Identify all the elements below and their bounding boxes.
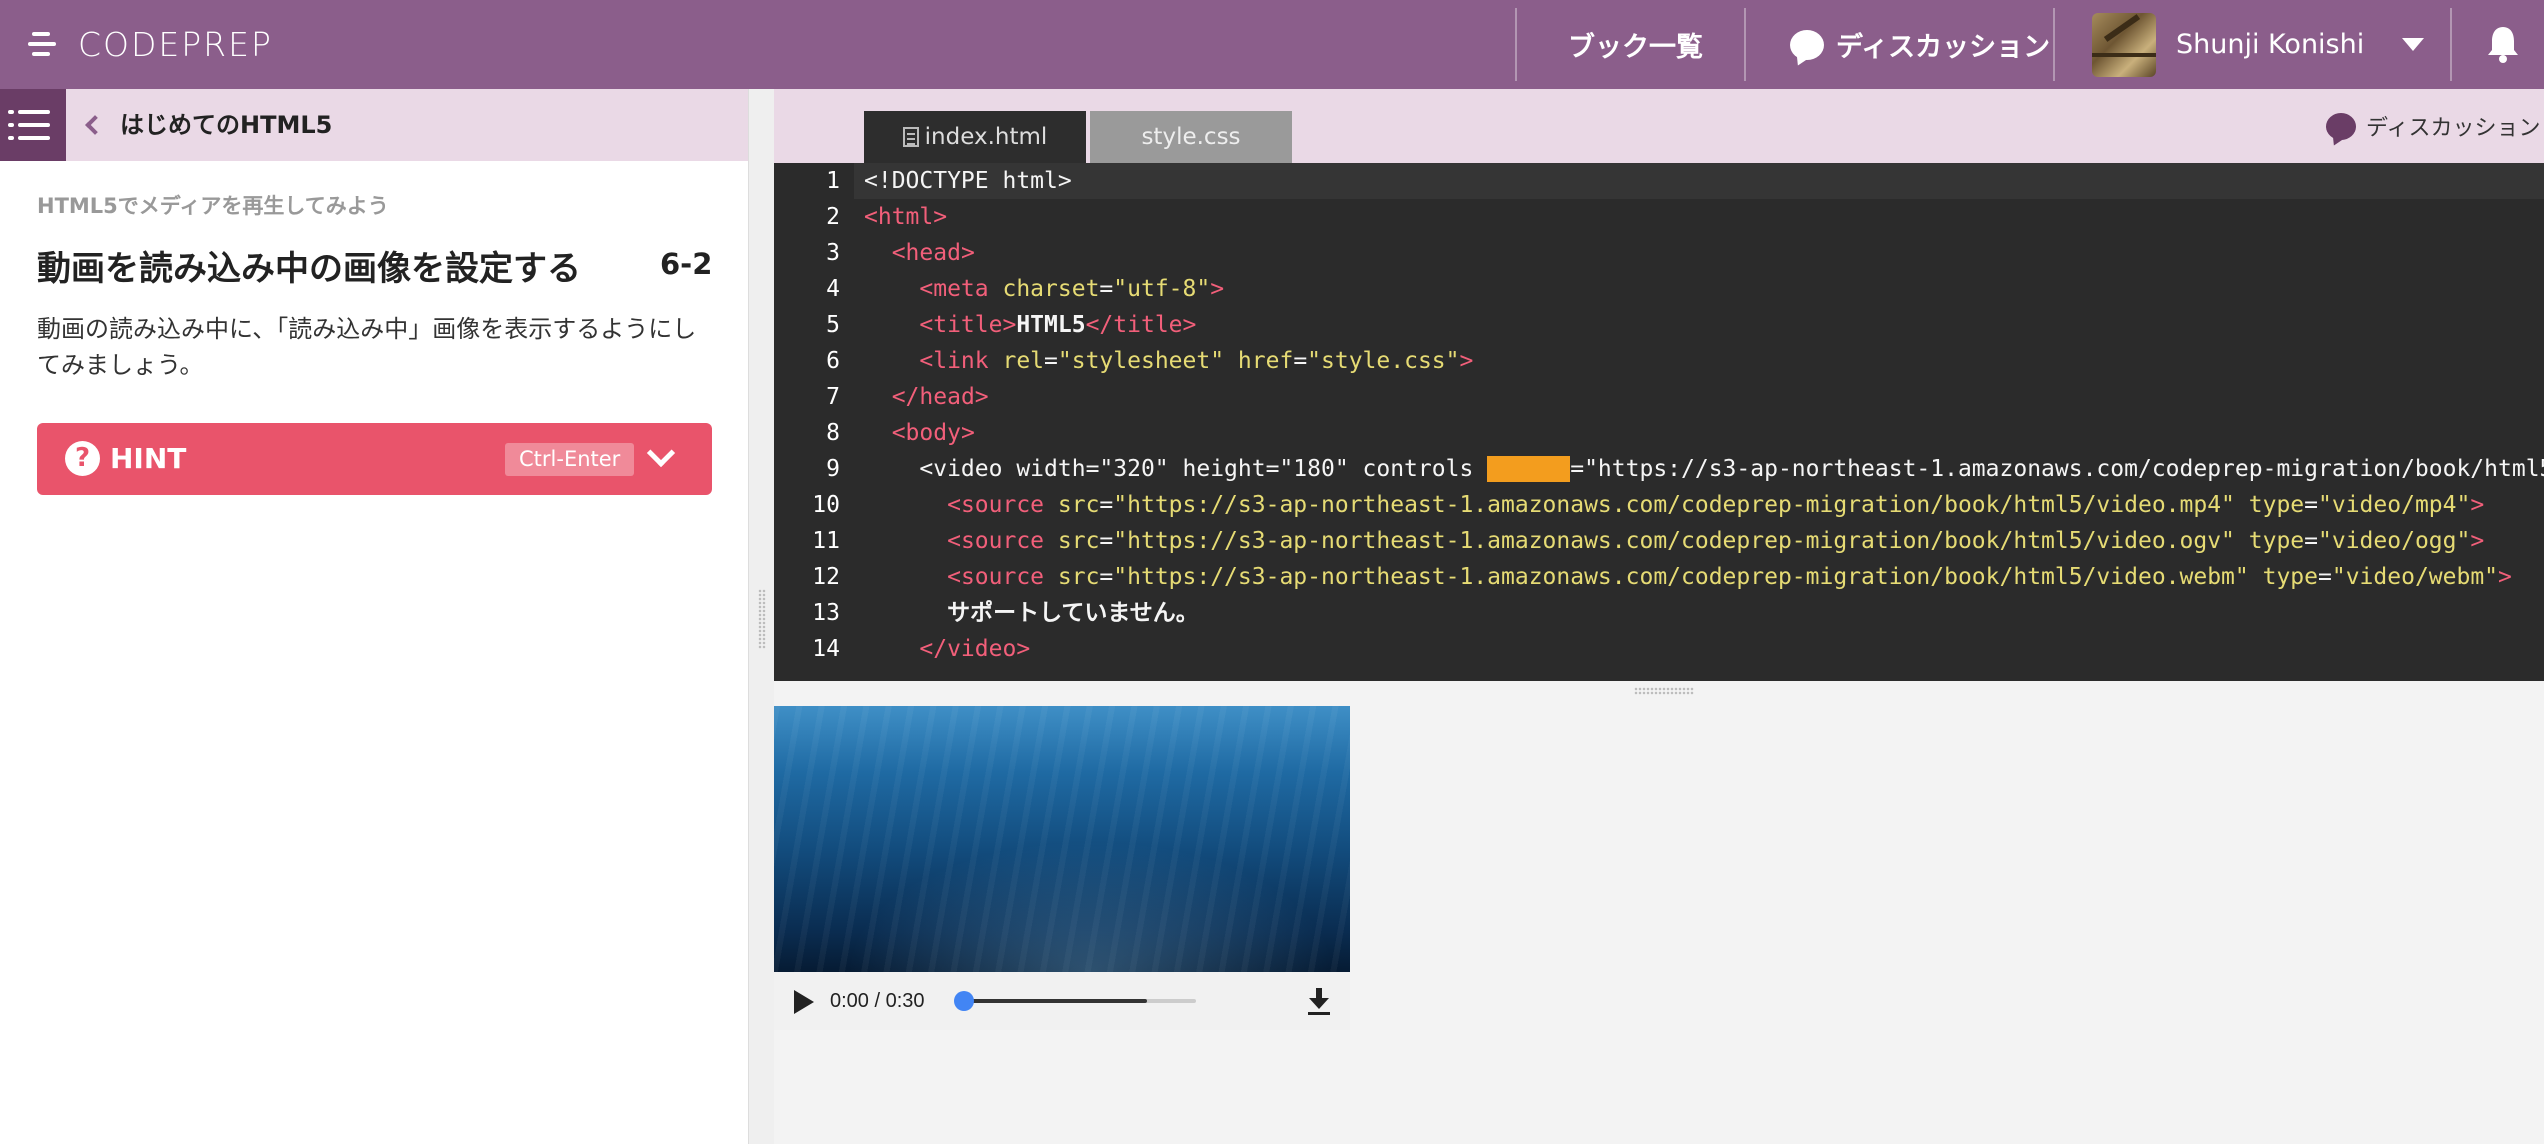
line-number: 3 — [826, 240, 840, 266]
section-label: HTML5でメディアを再生してみよう — [37, 194, 389, 218]
video-controls: 0:00 / 0:30 — [774, 972, 1350, 1030]
line-number: 14 — [812, 636, 840, 662]
nav-divider — [1515, 8, 1517, 81]
code-line: </head> — [891, 384, 989, 410]
bell-icon[interactable] — [2486, 24, 2520, 64]
code-line: <meta charset="utf-8"> — [919, 276, 1225, 302]
code-line: <video width="320" height="180" controls… — [919, 456, 2544, 482]
answer-blank — [1487, 456, 1571, 482]
code-line: <source src="https://s3-ap-northeast-1.a… — [947, 564, 2512, 590]
line-number: 1 — [826, 168, 840, 194]
line-gutter: 1 2 3 4 5 6 7 8 9 10 11 12 13 14 — [774, 163, 854, 681]
book-title-link[interactable]: はじめてのHTML5 — [120, 89, 332, 161]
buffered-bar — [964, 999, 1148, 1003]
line-number: 11 — [812, 528, 840, 554]
lesson-number: 6-2 — [660, 247, 713, 281]
code-line: <!DOCTYPE html> — [864, 168, 1072, 194]
code-line: <body> — [891, 420, 975, 446]
chevron-left-icon[interactable] — [85, 115, 105, 135]
tab-label: style.css — [1141, 124, 1241, 150]
nav-books-link[interactable]: ブック一覧 — [1568, 0, 1703, 89]
tab-label: index.html — [924, 124, 1048, 150]
code-line: <html> — [864, 204, 948, 230]
editor-discussion-label: ディスカッション — [2366, 116, 2541, 141]
user-name: Shunji Konishi — [2176, 29, 2365, 60]
codeprep-logo[interactable]: CODEPREP — [28, 22, 273, 66]
lesson-title: 動画を読み込み中の画像を設定する — [37, 249, 581, 289]
line-number: 12 — [812, 564, 840, 590]
question-icon: ? — [65, 441, 100, 476]
code-line: サポートしていません。 — [947, 600, 1199, 626]
lesson-description: 動画の読み込み中に、「読み込み中」画像を表示するようにしてみましょう。 — [37, 315, 697, 379]
horizontal-splitter[interactable] — [774, 681, 2544, 701]
vertical-splitter[interactable] — [748, 89, 774, 1144]
tab-style-css[interactable]: style.css — [1090, 111, 1292, 163]
nav-discussion-label: ディスカッション — [1836, 32, 2051, 63]
code-editor[interactable]: 1 2 3 4 5 6 7 8 9 10 11 12 13 14 <!DOCTY… — [774, 163, 2544, 681]
nav-books-label: ブック一覧 — [1568, 32, 1703, 63]
nav-divider — [2053, 8, 2055, 81]
top-header: CODEPREP ブック一覧 ディスカッション Shunji Konishi — [0, 0, 2544, 89]
book-bar: はじめてのHTML5 — [0, 89, 748, 161]
logo-text: CODEPREP — [78, 24, 273, 64]
avatar — [2092, 12, 2156, 77]
user-menu[interactable]: Shunji Konishi — [2092, 0, 2425, 89]
chat-bubble-icon — [2326, 112, 2356, 140]
hint-shortcut: Ctrl-Enter — [505, 443, 635, 476]
line-number: 8 — [826, 420, 840, 446]
video-poster — [774, 706, 1350, 972]
lesson-panel: はじめてのHTML5 HTML5でメディアを再生してみよう 動画を読み込み中の画… — [0, 89, 748, 1144]
code-line: <source src="https://s3-ap-northeast-1.a… — [947, 492, 2485, 518]
chevron-down-icon — [2402, 38, 2425, 51]
code-line: <title>HTML5</title> — [919, 312, 1197, 338]
editor-area: index.html style.css ディスカッション 1 2 3 4 5 … — [774, 89, 2544, 1144]
chat-bubble-icon — [1790, 29, 1824, 60]
line-number: 13 — [812, 600, 840, 626]
logo-icon — [28, 26, 64, 62]
line-number: 6 — [826, 348, 840, 374]
line-number: 5 — [826, 312, 840, 338]
download-icon[interactable] — [1306, 986, 1332, 1016]
file-tabs: index.html style.css ディスカッション — [774, 89, 2544, 163]
nav-divider — [2450, 8, 2452, 81]
chevron-down-icon — [646, 438, 676, 468]
nav-divider — [1744, 8, 1746, 81]
line-number: 10 — [812, 492, 840, 518]
line-number: 7 — [826, 384, 840, 410]
hint-button[interactable]: ? HINT Ctrl-Enter — [37, 423, 712, 495]
nav-discussion-link[interactable]: ディスカッション — [1790, 0, 2050, 89]
code-line: </video> — [919, 636, 1031, 662]
video-time: 0:00 / 0:30 — [830, 990, 925, 1012]
file-icon — [902, 127, 919, 147]
video-player[interactable]: 0:00 / 0:30 — [774, 706, 1350, 1030]
line-number: 2 — [826, 204, 840, 230]
play-icon[interactable] — [794, 990, 814, 1014]
menu-button[interactable] — [0, 89, 66, 161]
line-number: 4 — [826, 276, 840, 302]
code-line: <link rel="stylesheet" href="style.css"> — [919, 348, 1474, 374]
editor-discussion-link[interactable]: ディスカッション — [2326, 109, 2540, 143]
code-line: <head> — [891, 240, 975, 266]
tab-index-html[interactable]: index.html — [864, 111, 1086, 163]
code-line: <source src="https://s3-ap-northeast-1.a… — [947, 528, 2485, 554]
line-number: 9 — [826, 456, 840, 482]
progress-thumb[interactable] — [954, 991, 974, 1011]
progress-slider[interactable] — [954, 991, 1196, 1011]
hint-label: HINT — [110, 442, 187, 475]
